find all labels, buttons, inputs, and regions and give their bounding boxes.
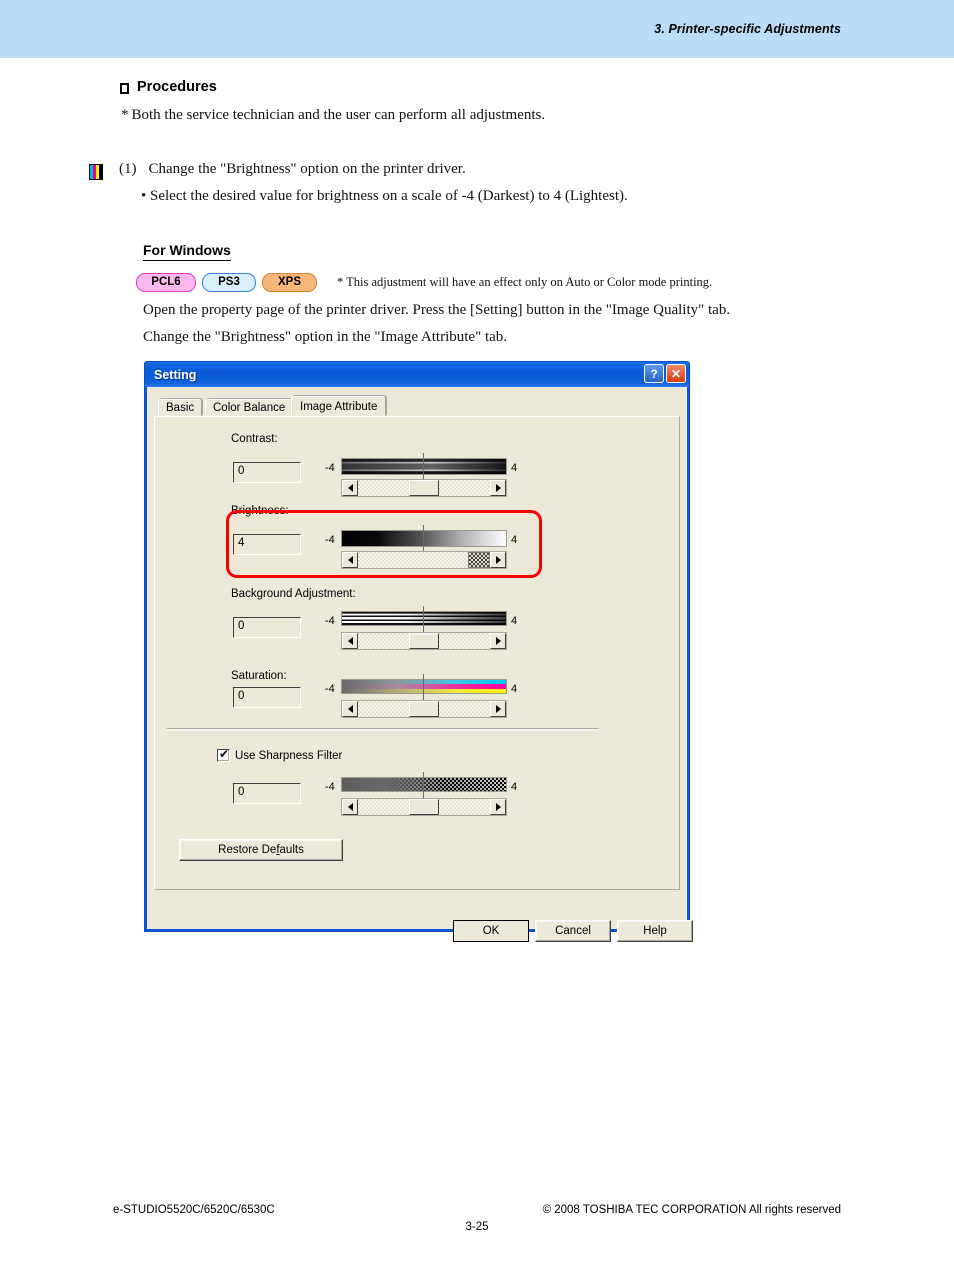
- brightness-slider[interactable]: [341, 551, 507, 569]
- background-adjustment-slider[interactable]: [341, 632, 507, 650]
- contrast-center-tick: [423, 453, 424, 480]
- background-adjustment-center-tick: [423, 606, 424, 632]
- cancel-button[interactable]: Cancel: [535, 920, 611, 942]
- asterisk-marker: *: [121, 107, 129, 123]
- saturation-slider[interactable]: [341, 700, 507, 718]
- saturation-center-tick: [423, 674, 424, 700]
- sharpness-preview-bar: [341, 777, 507, 792]
- sharpness-max-label: 4: [511, 781, 518, 793]
- dialog-body: Basic Color Balance Image Attribute Cont…: [147, 387, 693, 942]
- saturation-max-label: 4: [511, 683, 518, 695]
- background-adjustment-label: Background Adjustment:: [231, 588, 356, 600]
- cmyk-colorbar-icon: [89, 164, 103, 180]
- badge-ps3: PS3: [202, 273, 256, 292]
- saturation-preview-bar: [341, 679, 507, 694]
- procedures-note-text: Both the service technician and the user…: [131, 107, 546, 123]
- saturation-label: Saturation:: [231, 670, 287, 682]
- saturation-slider-left-arrow[interactable]: [342, 701, 358, 717]
- footer-page-number: 3-25: [465, 1221, 489, 1233]
- dialog-titlebar: Setting ? ✕: [145, 362, 689, 387]
- brightness-slider-right-arrow[interactable]: [490, 552, 506, 568]
- badge-pcl6: PCL6: [136, 273, 196, 292]
- background-adjustment-slider-left-arrow[interactable]: [342, 633, 358, 649]
- contrast-slider-thumb[interactable]: [409, 480, 439, 496]
- background-adjustment-min-label: -4: [325, 615, 335, 627]
- tabstrip: Basic Color Balance Image Attribute: [158, 395, 680, 416]
- page-header-title: 3. Printer-specific Adjustments: [654, 22, 841, 36]
- background-adjustment-slider-right-arrow[interactable]: [490, 633, 506, 649]
- close-icon[interactable]: ✕: [666, 364, 686, 383]
- for-windows-heading: For Windows: [143, 242, 231, 261]
- checkbox-bullet-icon: [120, 82, 129, 94]
- contrast-min-label: -4: [325, 462, 335, 474]
- brightness-slider-thumb[interactable]: [468, 552, 490, 568]
- background-adjustment-max-label: 4: [511, 615, 518, 627]
- brightness-value-field[interactable]: 4: [233, 534, 301, 555]
- contrast-slider-left-arrow[interactable]: [342, 480, 358, 496]
- contrast-value-field[interactable]: 0: [233, 462, 301, 483]
- badge-xps: XPS: [262, 273, 317, 292]
- saturation-min-label: -4: [325, 683, 335, 695]
- dialog-title: Setting: [154, 367, 197, 382]
- restore-defaults-label: Restore Defaults: [218, 844, 304, 856]
- instruction-paragraph-2: Change the "Brightness" option in the "I…: [143, 329, 508, 345]
- brightness-max-label: 4: [511, 534, 518, 546]
- titlebar-buttons: ? ✕: [644, 364, 686, 383]
- brightness-preview-bar: [341, 530, 507, 547]
- footer-model: e-STUDIO5520C/6520C/6530C: [113, 1204, 275, 1216]
- driver-badge-row: PCL6 PS3 XPS * This adjustment will have…: [136, 273, 712, 292]
- use-sharpness-filter-label: Use Sharpness Filter: [235, 749, 343, 762]
- help-button[interactable]: Help: [617, 920, 693, 942]
- use-sharpness-filter-checkbox[interactable]: [217, 747, 230, 762]
- step-bullet-1: • Select the desired value for brightnes…: [141, 188, 628, 204]
- sharpness-value-field[interactable]: 0: [233, 783, 301, 804]
- sharpness-slider[interactable]: [341, 798, 507, 816]
- contrast-slider-right-arrow[interactable]: [490, 480, 506, 496]
- contrast-slider[interactable]: [341, 479, 507, 497]
- background-adjustment-preview-bar: [341, 611, 507, 626]
- procedures-note: * Both the service technician and the use…: [121, 107, 545, 124]
- ok-label: OK: [482, 925, 500, 937]
- instruction-paragraph-1: Open the property page of the printer dr…: [143, 302, 731, 318]
- sharpness-center-tick: [423, 772, 424, 798]
- brightness-slider-left-arrow[interactable]: [342, 552, 358, 568]
- footer-copyright: © 2008 TOSHIBA TEC CORPORATION All right…: [542, 1204, 841, 1216]
- step-text: Change the "Brightness" option on the pr…: [148, 161, 466, 177]
- setting-dialog: Setting ? ✕ Basic Color Balance Image At…: [144, 361, 693, 942]
- help-icon[interactable]: ?: [644, 364, 664, 383]
- tab-color-balance[interactable]: Color Balance: [205, 399, 294, 416]
- tab-page-image-attribute: Contrast: 0 -4 4 Brightness: 4 -4 4 Back…: [154, 416, 680, 890]
- contrast-preview-bar: [341, 458, 507, 475]
- section-divider: [167, 728, 599, 730]
- restore-defaults-button[interactable]: Restore Defaults: [179, 839, 343, 861]
- contrast-label: Contrast:: [231, 433, 278, 445]
- brightness-label: Brightness:: [231, 505, 289, 517]
- saturation-value-field[interactable]: 0: [233, 687, 301, 708]
- procedures-heading-label: Procedures: [137, 79, 217, 95]
- procedures-heading: Procedures: [120, 79, 217, 95]
- cancel-label: Cancel: [555, 925, 591, 937]
- step-number: (1): [119, 161, 137, 177]
- tab-basic[interactable]: Basic: [158, 399, 203, 416]
- background-adjustment-value-field[interactable]: 0: [233, 617, 301, 638]
- brightness-center-tick: [423, 525, 424, 552]
- saturation-slider-thumb[interactable]: [409, 701, 439, 717]
- sharpness-slider-thumb[interactable]: [409, 799, 439, 815]
- help-label: Help: [643, 925, 667, 937]
- ok-button[interactable]: OK: [453, 920, 529, 942]
- sharpness-slider-left-arrow[interactable]: [342, 799, 358, 815]
- contrast-max-label: 4: [511, 462, 518, 474]
- tab-image-attribute[interactable]: Image Attribute: [291, 396, 387, 416]
- saturation-slider-right-arrow[interactable]: [490, 701, 506, 717]
- background-adjustment-slider-thumb[interactable]: [409, 633, 439, 649]
- brightness-min-label: -4: [325, 534, 335, 546]
- step-row-1: (1) Change the "Brightness" option on th…: [89, 161, 466, 180]
- badge-note: * This adjustment will have an effect on…: [337, 275, 713, 289]
- sharpness-slider-right-arrow[interactable]: [490, 799, 506, 815]
- use-sharpness-filter-row[interactable]: Use Sharpness Filter: [217, 747, 343, 762]
- sharpness-min-label: -4: [325, 781, 335, 793]
